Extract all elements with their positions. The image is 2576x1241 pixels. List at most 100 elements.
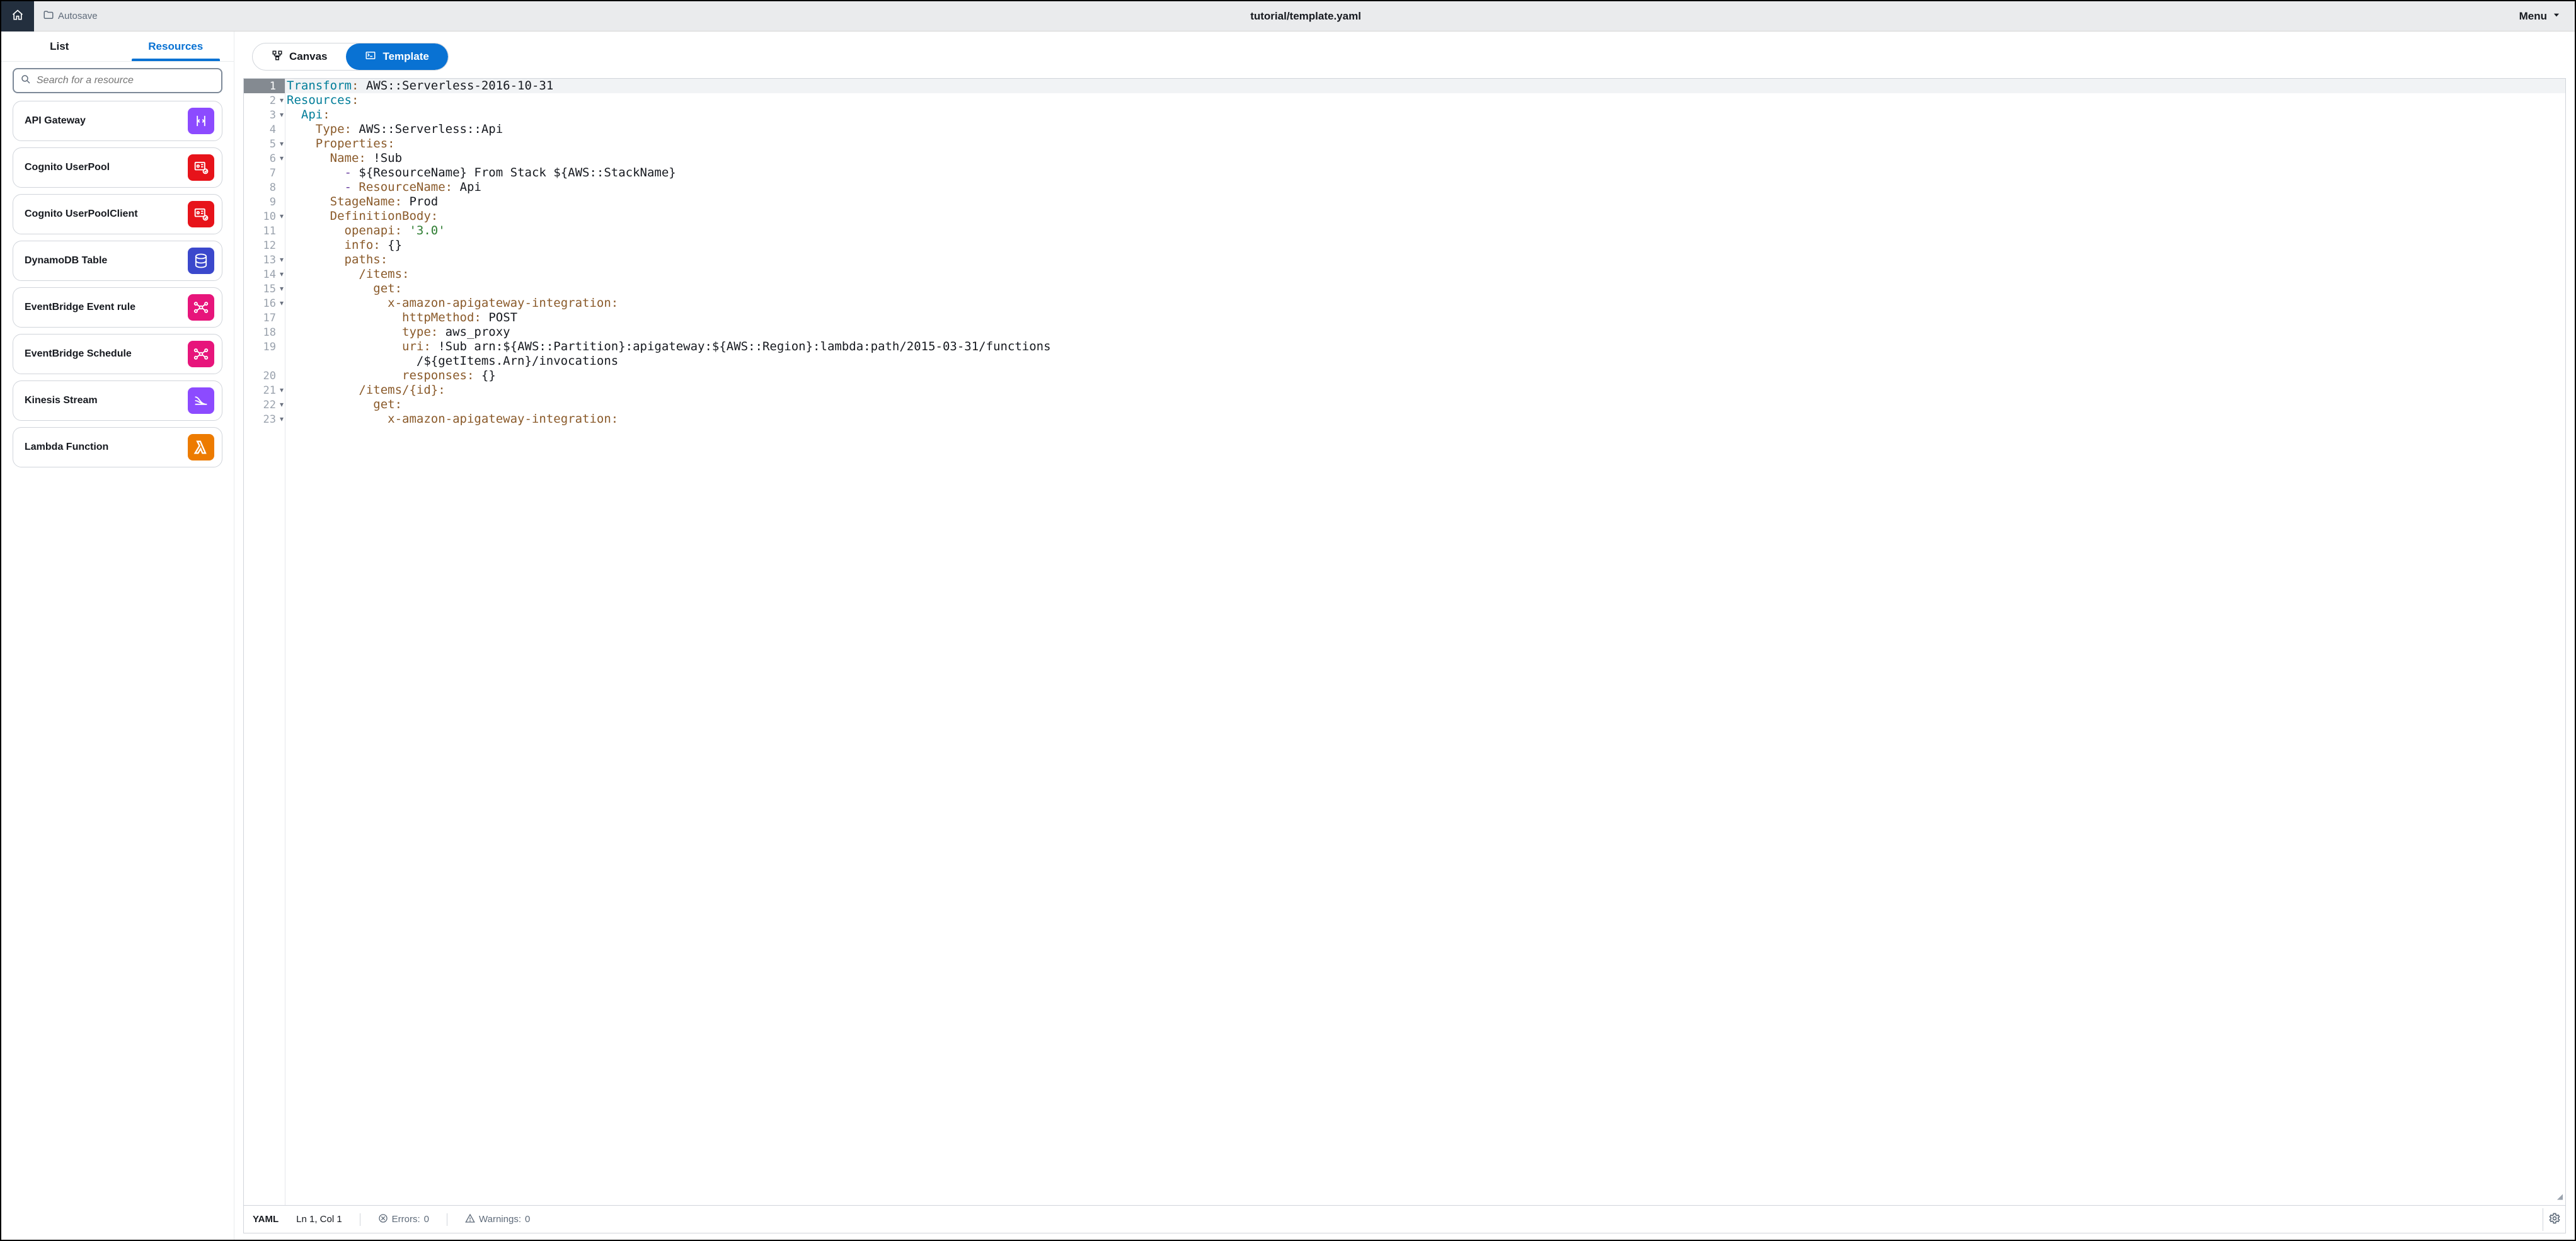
code-line[interactable]: get: [285,282,2565,296]
fold-toggle-icon[interactable]: ▼ [280,140,284,147]
code-line[interactable]: x-amazon-apigateway-integration: [285,296,2565,311]
template-label: Template [382,50,428,63]
template-toggle[interactable]: Template [346,43,447,70]
gutter-line[interactable]: 15▼ [244,282,285,296]
fold-toggle-icon[interactable]: ▼ [280,300,284,307]
canvas-toggle[interactable]: Canvas [253,43,346,70]
code-editor[interactable]: Transform: AWS::Serverless-2016-10-31Res… [285,79,2565,1205]
template-icon [365,50,376,64]
error-icon [378,1213,388,1226]
code-line[interactable]: openapi: '3.0' [285,224,2565,238]
fold-toggle-icon[interactable]: ▼ [280,112,284,118]
code-line[interactable]: Transform: AWS::Serverless-2016-10-31 [285,79,2565,93]
code-line[interactable]: StageName: Prod [285,195,2565,209]
gutter-line[interactable]: 20 [244,369,285,383]
code-line[interactable]: httpMethod: POST [285,311,2565,325]
sidebar: List Resources API Gateway Cognito UserPo… [1,31,234,1240]
resource-card[interactable]: EventBridge Event rule [13,287,222,328]
gutter-line[interactable]: 18 [244,325,285,340]
resource-card[interactable]: Cognito UserPoolClient [13,194,222,234]
fold-toggle-icon[interactable]: ▼ [280,213,284,220]
code-line[interactable]: paths: [285,253,2565,267]
code-line[interactable]: Resources: [285,93,2565,108]
fold-toggle-icon[interactable]: ▼ [280,97,284,104]
code-line[interactable]: get: [285,397,2565,412]
code-line[interactable]: Name: !Sub [285,151,2565,166]
cognito-icon [188,154,214,181]
code-line[interactable]: info: {} [285,238,2565,253]
resource-label: EventBridge Schedule [25,348,132,360]
gutter-line[interactable]: 22▼ [244,397,285,412]
resource-card[interactable]: Lambda Function [13,427,222,467]
fold-toggle-icon[interactable]: ▼ [280,271,284,278]
gutter-line[interactable]: 12 [244,238,285,253]
code-line[interactable]: Type: AWS::Serverless::Api [285,122,2565,137]
gutter-line[interactable]: 21▼ [244,383,285,397]
resource-card[interactable]: Kinesis Stream [13,380,222,421]
resource-card[interactable]: API Gateway [13,101,222,141]
resource-card[interactable]: DynamoDB Table [13,241,222,281]
gutter-line[interactable]: 3▼ [244,108,285,122]
gutter-line[interactable]: 4 [244,122,285,137]
gutter-line[interactable]: 14▼ [244,267,285,282]
fold-toggle-icon[interactable]: ▼ [280,401,284,408]
menu-button[interactable]: Menu [2505,10,2575,23]
gutter-line[interactable]: 16▼ [244,296,285,311]
gutter-line[interactable]: 2▼ [244,93,285,108]
code-line[interactable]: responses: {} [285,369,2565,383]
canvas-icon [272,50,283,64]
code-line[interactable]: /items/{id}: [285,383,2565,397]
resource-label: DynamoDB Table [25,255,107,266]
fold-toggle-icon[interactable]: ▼ [280,155,284,162]
status-position: Ln 1, Col 1 [296,1214,342,1225]
code-line[interactable]: Api: [285,108,2565,122]
folder-icon [43,9,54,23]
gutter-line[interactable]: 10▼ [244,209,285,224]
gutter-line[interactable]: 23▼ [244,412,285,426]
view-toggle: Canvas Template [252,43,449,71]
fold-toggle-icon[interactable]: ▼ [280,416,284,423]
sidebar-tabs: List Resources [1,31,234,62]
gutter-line[interactable]: 11 [244,224,285,238]
status-warnings[interactable]: Warnings: 0 [465,1213,530,1226]
fold-toggle-icon[interactable]: ▼ [280,256,284,263]
gutter-line[interactable]: 19 [244,340,285,354]
gutter-line[interactable]: 13▼ [244,253,285,267]
code-line[interactable]: - ${ResourceName} From Stack ${AWS::Stac… [285,166,2565,180]
search-input[interactable] [37,75,215,86]
code-line[interactable]: type: aws_proxy [285,325,2565,340]
search-box[interactable] [13,68,222,93]
fold-toggle-icon[interactable]: ▼ [280,387,284,394]
code-line[interactable]: Properties: [285,137,2565,151]
resource-label: EventBridge Event rule [25,302,135,313]
code-line[interactable]: x-amazon-apigateway-integration: [285,412,2565,426]
gutter-line[interactable]: 7 [244,166,285,180]
resource-card[interactable]: EventBridge Schedule [13,334,222,374]
code-line[interactable]: /items: [285,267,2565,282]
gutter-line[interactable]: 8 [244,180,285,195]
gutter-line[interactable]: 5▼ [244,137,285,151]
settings-button[interactable] [2543,1208,2565,1231]
gutter-line[interactable]: 6▼ [244,151,285,166]
apigateway-icon [188,108,214,134]
resource-card[interactable]: Cognito UserPool [13,147,222,188]
warnings-count: 0 [525,1214,530,1225]
code-line[interactable]: - ResourceName: Api [285,180,2565,195]
main: List Resources API Gateway Cognito UserPo… [1,31,2575,1240]
tab-resources[interactable]: Resources [118,31,234,61]
code-line[interactable]: /${getItems.Arn}/invocations [285,354,2565,369]
tab-list[interactable]: List [1,31,118,61]
status-language: YAML [253,1214,279,1225]
gutter-line[interactable]: 9 [244,195,285,209]
status-errors[interactable]: Errors: 0 [378,1213,429,1226]
home-button[interactable] [1,1,34,31]
resource-label: Cognito UserPool [25,162,110,173]
gutter-line[interactable]: 17 [244,311,285,325]
editor-area: Canvas Template 12▼3▼45▼6▼78910▼111213▼1… [234,31,2575,1240]
fold-toggle-icon[interactable]: ▼ [280,285,284,292]
code-line[interactable]: uri: !Sub arn:${AWS::Partition}:apigatew… [285,340,2565,354]
gutter-line[interactable]: 1 [244,79,285,93]
gutter-line[interactable] [244,354,285,369]
code-line[interactable]: DefinitionBody: [285,209,2565,224]
search-icon [20,74,32,88]
